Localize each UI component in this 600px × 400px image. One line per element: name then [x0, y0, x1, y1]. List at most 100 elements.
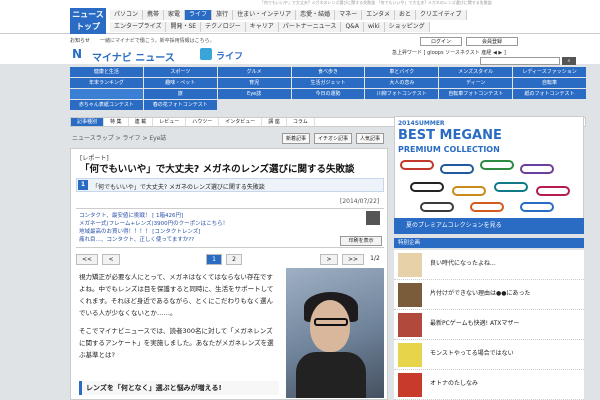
category-link: [70, 89, 143, 99]
breadcrumb[interactable]: ニュースラップ > ライフ > Eye誌: [72, 133, 166, 142]
category-link[interactable]: 生活ガジェット: [291, 78, 365, 88]
category-link[interactable]: メンズスタイル: [439, 67, 513, 77]
glasses-icon: [400, 160, 434, 170]
category-link[interactable]: 趣味・ペット: [143, 78, 217, 88]
category-link[interactable]: 大人の恋み: [365, 78, 439, 88]
subnav-item[interactable]: コラム: [287, 118, 315, 126]
article-paragraph: 視力矯正が必要な人にとって、メガネはなくてはならない存在ですよね。中でもレンズは…: [79, 273, 274, 317]
category-link[interactable]: 食べ歩き: [291, 67, 365, 77]
category-link[interactable]: 赤ちゃん表紙コンテスト: [70, 100, 143, 110]
section-title-life[interactable]: ライフ: [216, 49, 243, 62]
ad-link[interactable]: メガネ一式(フレーム+レンズ)3900円のクーポンはこちら！: [79, 219, 228, 227]
login-button[interactable]: ログイン: [420, 37, 462, 46]
side-thumb: [398, 343, 422, 367]
nav-item[interactable]: ショッピング: [384, 22, 430, 32]
category-link[interactable]: 育児: [217, 78, 291, 88]
category-link[interactable]: スポーツ: [143, 67, 217, 77]
article-subheading: レンズを「何となく」選ぶと悩みが増える!: [79, 381, 279, 395]
nav-item[interactable]: パートナーニュース: [278, 22, 342, 32]
tag-button[interactable]: 人気記事: [356, 133, 385, 144]
notice-label: お知らせ: [70, 38, 90, 44]
subnav-item[interactable]: インタビュー: [219, 118, 263, 126]
category-link[interactable]: 旅: [143, 89, 217, 99]
print-button[interactable]: 印刷を表示: [340, 236, 382, 246]
nav-item[interactable]: 携帯: [143, 10, 165, 20]
glasses-icon: [420, 202, 454, 212]
category-link[interactable]: Eye誌: [217, 89, 291, 99]
category-link[interactable]: 春の花フォトコンテスト: [143, 100, 217, 110]
category-link[interactable]: 自転車: [513, 78, 586, 88]
subnav-item[interactable]: レビュー: [153, 118, 187, 126]
notice-link[interactable]: 一緒にマイナビで働こう。新卒採用情報はこちら。: [100, 37, 215, 44]
nav-item[interactable]: テクノロジー: [201, 22, 246, 32]
side-item[interactable]: 良い時代になったよね...: [394, 250, 584, 280]
banner-title: BEST MEGANE: [398, 128, 502, 143]
side-item[interactable]: オトナのたしなみ: [394, 370, 584, 400]
side-thumb: [398, 283, 422, 307]
category-link[interactable]: ディーン: [439, 78, 513, 88]
category-link[interactable]: 年末ランキング: [70, 78, 143, 88]
nav-item[interactable]: キャリア: [245, 22, 279, 32]
pager-page-current[interactable]: 1: [206, 254, 222, 265]
nav-item[interactable]: クリエイティブ: [415, 10, 467, 20]
subnav-item[interactable]: 特 集: [104, 118, 129, 126]
nav-item[interactable]: wiki: [363, 22, 385, 32]
category-link[interactable]: レディースファッション: [513, 67, 586, 77]
pager-next[interactable]: >: [320, 254, 338, 265]
article-paragraph: そこでマイナビニュースでは、読者300名に対して「メガネレンズに関するアンケート…: [79, 327, 274, 359]
nav-item[interactable]: エンタメ: [362, 10, 395, 20]
tag-button[interactable]: 新着記事: [282, 133, 311, 144]
category-link[interactable]: 自転車フォトコンテスト: [439, 89, 513, 99]
nav-item[interactable]: エンタープライズ: [110, 22, 167, 32]
pager-page[interactable]: 2: [226, 254, 242, 265]
glasses-icon: [470, 202, 504, 212]
print-icon[interactable]: [366, 211, 380, 225]
nav-item[interactable]: 恋愛・結婚: [296, 10, 336, 20]
mynavi-logo-icon[interactable]: N: [72, 47, 82, 61]
pager-first[interactable]: <<: [76, 254, 98, 265]
ad-link[interactable]: 地域最高のお買い得！！！！ [コンタクトレンズ]: [79, 227, 200, 235]
subnav-item[interactable]: 連 載: [129, 118, 154, 126]
category-link[interactable]: 川柳フォトコンテスト: [365, 89, 439, 99]
pager-count: 1/2: [370, 255, 380, 262]
banner-link[interactable]: 夏のプレミアムコレクションを見る: [394, 218, 584, 234]
pager-prev[interactable]: <: [102, 254, 120, 265]
subnav-item[interactable]: 講 座: [262, 118, 287, 126]
nav-item[interactable]: 家電: [164, 10, 186, 20]
nav-item[interactable]: 開発・SE: [166, 22, 202, 32]
category-link[interactable]: 健康と生活: [70, 67, 143, 77]
nav-item[interactable]: Q&A: [341, 22, 364, 32]
side-item[interactable]: モンストやってる場合ではない: [394, 340, 584, 370]
category-link[interactable]: 車とバイク: [365, 67, 439, 77]
nav-item[interactable]: マネー: [335, 10, 363, 20]
category-link[interactable]: 今日の運勢: [291, 89, 365, 99]
register-button[interactable]: 会員登録: [466, 37, 518, 46]
subnav-item[interactable]: ハウツー: [186, 118, 220, 126]
category-link[interactable]: グルメ: [217, 67, 291, 77]
nav-item[interactable]: ライフ: [185, 10, 213, 20]
banner-subtitle: PREMIUM COLLECTION: [398, 145, 500, 154]
hot-words[interactable]: 急上昇ワード [ gloops ソースネクスト 産経 ◀ ▶ ]: [392, 49, 506, 56]
nav-item[interactable]: パソコン: [110, 10, 144, 20]
glasses-icon: [410, 182, 444, 192]
news-top-button[interactable]: ニュース トップ: [70, 8, 106, 34]
nav-item[interactable]: 住まい・インテリア: [233, 10, 297, 20]
section-number: 1: [78, 180, 88, 190]
side-thumb: [398, 313, 422, 337]
news-ticker[interactable]: 「何でもいいや」で大丈夫? メガネのレンズ選びに関する失敗談 「何でもいいや」で…: [260, 0, 492, 6]
mynavi-news-logo[interactable]: マイナビ ニュース: [92, 49, 175, 64]
glasses-icon: [536, 186, 570, 196]
nav-item[interactable]: おと: [394, 10, 416, 20]
nav-item[interactable]: 旅行: [212, 10, 234, 20]
search-button[interactable]: ⌕: [562, 57, 576, 65]
side-item[interactable]: 最新PCゲームも快適! ATXマザー: [394, 310, 584, 340]
glasses-icon: [314, 318, 348, 326]
ad-link[interactable]: 痛れ目…、コンタクト、正しく使ってますか??: [79, 235, 194, 243]
category-link[interactable]: 紙のフォトコンテスト: [513, 89, 586, 99]
article-title: 「何でもいいや」で大丈夫? メガネのレンズ選びに関する失敗談: [80, 164, 355, 175]
search-input[interactable]: [480, 57, 560, 65]
tag-button[interactable]: イチオシ記事: [314, 133, 353, 144]
side-item[interactable]: 片付けができない理由は●●にあった: [394, 280, 584, 310]
pager-last[interactable]: >>: [342, 254, 364, 265]
ad-link[interactable]: コンタクト、最安値に挑戦！ [ 1箱426円]: [79, 211, 183, 219]
